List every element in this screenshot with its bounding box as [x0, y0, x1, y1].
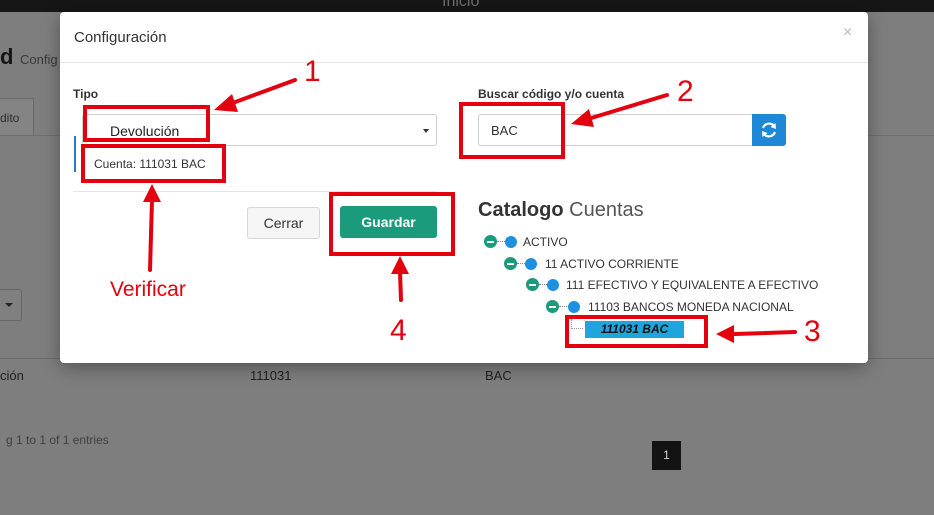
refresh-button[interactable]: [752, 114, 786, 146]
chevron-down-icon: [423, 129, 429, 133]
tree-node-bancos[interactable]: 11103 BANCOS MONEDA NACIONAL: [546, 300, 806, 316]
catalog-title-sub: Cuentas: [569, 199, 644, 221]
tipo-label: Tipo: [73, 87, 99, 101]
catalog-title-main: Catalogo: [478, 199, 564, 221]
tree-connector: [559, 306, 567, 307]
entries-info: g 1 to 1 of 1 entries: [6, 433, 109, 447]
table-cell-tipo: ción: [0, 368, 24, 383]
navbar-title: Inicio: [442, 0, 480, 10]
tree-connector: [539, 284, 547, 285]
modal-title: Configuración: [74, 29, 167, 46]
search-label: Buscar código y/o cuenta: [478, 87, 625, 101]
pagination-page-1[interactable]: 1: [652, 441, 681, 470]
refresh-icon: [761, 122, 777, 138]
search-input-value: BAC: [491, 123, 518, 138]
cuenta-indicator: [74, 136, 76, 172]
tree-label: 11 ACTIVO CORRIENTE: [545, 257, 679, 271]
collapse-icon[interactable]: [546, 300, 559, 313]
table-cell-cuenta: BAC: [485, 368, 512, 383]
collapse-icon[interactable]: [484, 235, 497, 248]
modal-header: Configuración ×: [60, 12, 868, 63]
tree-connector: [517, 263, 525, 264]
top-navbar: Inicio: [0, 0, 934, 12]
guardar-button[interactable]: Guardar: [340, 206, 437, 238]
chevron-down-icon: [5, 303, 13, 307]
collapse-icon[interactable]: [504, 257, 517, 270]
tree-connector: [497, 241, 505, 242]
tree-label: 111 EFECTIVO Y EQUIVALENTE A EFECTIVO: [566, 278, 819, 292]
cuenta-text: Cuenta: 111031 BAC: [94, 157, 206, 171]
tree-label: 11103 BANCOS MONEDA NACIONAL: [588, 300, 794, 314]
node-dot-icon: [505, 236, 517, 248]
cerrar-button[interactable]: Cerrar: [247, 207, 320, 239]
node-dot-icon: [568, 301, 580, 313]
tree-node-selected-bac[interactable]: 111031 BAC: [585, 321, 684, 338]
tree-connector: [571, 319, 583, 329]
tree-node-activo[interactable]: ACTIVO: [484, 235, 634, 251]
background-select[interactable]: [0, 289, 22, 321]
tree-node-efectivo[interactable]: 111 EFECTIVO Y EQUIVALENTE A EFECTIVO: [526, 278, 819, 294]
config-modal: Configuración × Tipo Devolución Cuenta: …: [60, 12, 868, 363]
node-dot-icon: [525, 258, 537, 270]
tipo-select[interactable]: Devolución: [82, 114, 437, 146]
tree-node-corriente[interactable]: 11 ACTIVO CORRIENTE: [504, 257, 704, 273]
tree-label: ACTIVO: [523, 235, 568, 249]
form-divider: [73, 191, 437, 192]
collapse-icon[interactable]: [526, 278, 539, 291]
page-heading: d: [0, 44, 14, 69]
tipo-select-value: Devolución: [110, 123, 180, 139]
table-cell-codigo: 111031: [250, 368, 292, 383]
close-icon[interactable]: ×: [843, 24, 852, 42]
tab-credito[interactable]: dito: [0, 98, 34, 136]
catalog-title: Catalogo Cuentas: [478, 199, 644, 222]
page-heading-sub: Config: [20, 52, 58, 67]
search-input[interactable]: BAC: [478, 114, 752, 146]
node-dot-icon: [547, 279, 559, 291]
